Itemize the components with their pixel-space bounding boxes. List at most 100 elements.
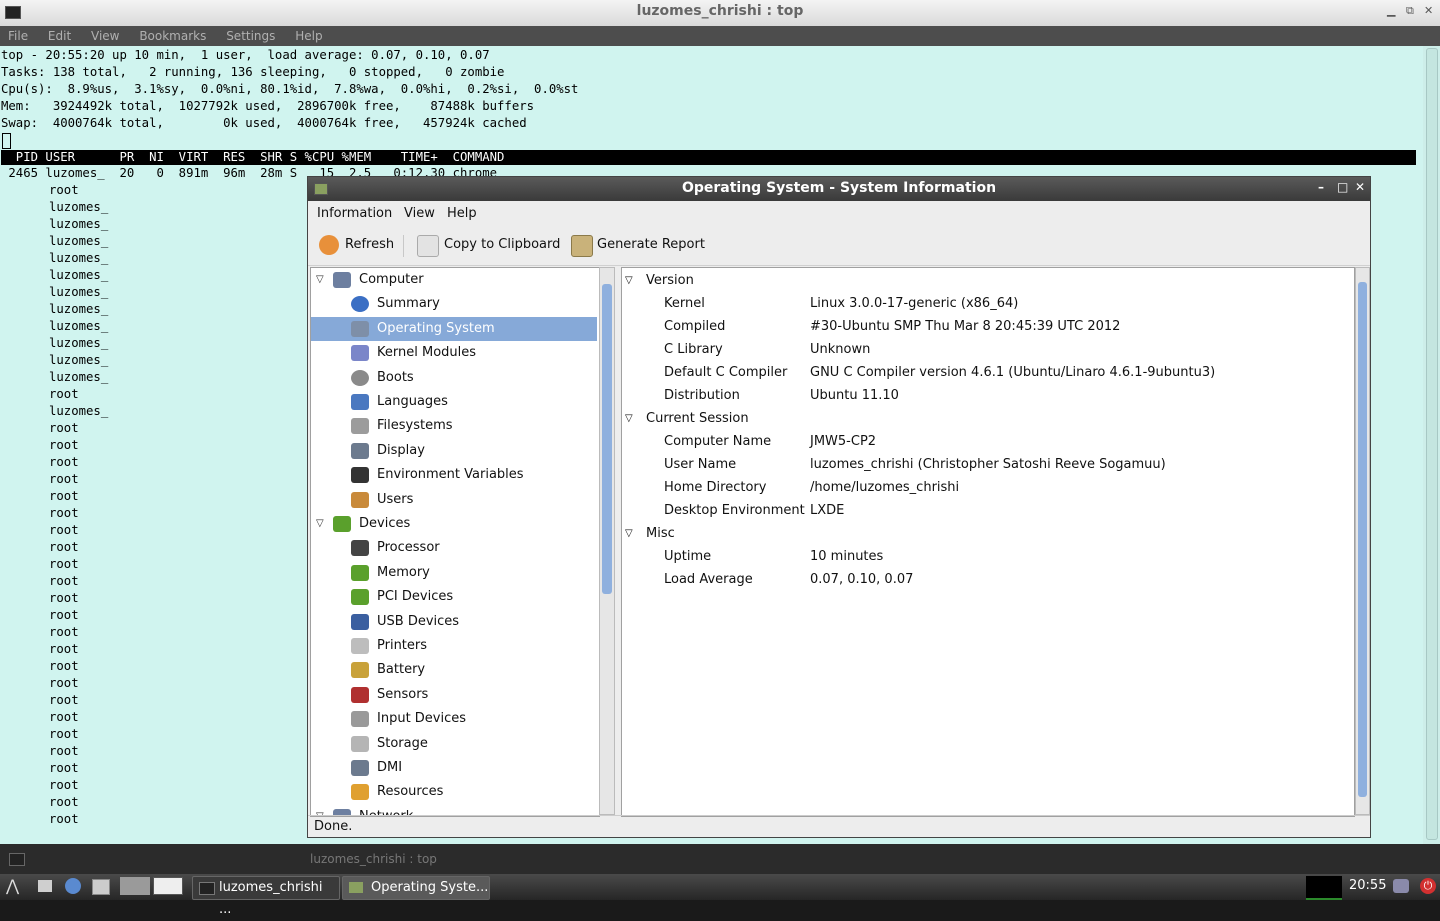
expander-arrow-icon[interactable]: ▽: [316, 268, 324, 292]
process-user: root: [49, 540, 79, 554]
info-field-value[interactable]: /home/luzomes_chrishi: [810, 476, 959, 499]
clock[interactable]: 20:55: [1349, 878, 1386, 893]
tree-item-kernel-modules[interactable]: Kernel Modules: [311, 341, 597, 365]
tree-item-dmi[interactable]: DMI: [311, 756, 597, 780]
section-expander-icon[interactable]: ▽: [625, 407, 633, 430]
scrollbar-thumb[interactable]: [1426, 48, 1438, 840]
close-icon[interactable]: ✕: [1424, 4, 1433, 17]
tree-item-devices[interactable]: ▽ Devices: [311, 512, 597, 536]
tree-item-label: Computer: [359, 272, 424, 287]
terminal-scrollbar[interactable]: [1423, 46, 1440, 844]
tree-item-environment-variables[interactable]: Environment Variables: [311, 463, 597, 487]
tree-item-operating-system[interactable]: Operating System: [311, 316, 597, 341]
menu-help[interactable]: Help: [295, 26, 322, 46]
resources-icon: [351, 784, 369, 801]
menu-file[interactable]: File: [8, 26, 28, 46]
process-user: luzomes_: [49, 217, 109, 231]
menu-bookmarks[interactable]: Bookmarks: [139, 26, 206, 46]
browser-icon[interactable]: [65, 878, 81, 894]
refresh-button[interactable]: Refresh: [345, 237, 394, 252]
tree-item-languages[interactable]: Languages: [311, 390, 597, 414]
lock-screen-icon[interactable]: [1393, 879, 1409, 893]
process-user: root: [49, 574, 79, 588]
tree-item-users[interactable]: Users: [311, 488, 597, 512]
system-info-toolbar: Refresh Copy to Clipboard Generate Repor…: [308, 227, 1370, 266]
info-field-value[interactable]: LXDE: [810, 499, 844, 522]
process-user: root: [49, 387, 79, 401]
terminal-titlebar[interactable]: luzomes_chrishi : top ▁ ⧉ ✕: [0, 0, 1440, 27]
menu-settings[interactable]: Settings: [226, 26, 275, 46]
monitor-icon: [351, 442, 369, 459]
tree-item-storage[interactable]: Storage: [311, 732, 597, 756]
process-user: root: [49, 744, 79, 758]
file-manager-icon[interactable]: [38, 880, 52, 892]
close-icon[interactable]: ✕: [1355, 180, 1365, 194]
tree-item-battery[interactable]: Battery: [311, 658, 597, 682]
scrollbar-thumb[interactable]: [1358, 282, 1367, 797]
info-field-value[interactable]: GNU C Compiler version 4.6.1 (Ubuntu/Lin…: [810, 361, 1215, 384]
system-info-titlebar[interactable]: Operating System - System Information – …: [308, 177, 1370, 201]
info-field-value[interactable]: Linux 3.0.0-17-generic (x86_64): [810, 292, 1018, 315]
desktop-pager-1[interactable]: [120, 877, 150, 895]
restore-icon[interactable]: ⧉: [1406, 4, 1414, 18]
maximize-icon[interactable]: □: [1337, 180, 1348, 194]
gear-icon: [351, 320, 369, 337]
tree-item-input-devices[interactable]: Input Devices: [311, 707, 597, 731]
tree-item-memory[interactable]: Memory: [311, 561, 597, 585]
tree-item-sensors[interactable]: Sensors: [311, 683, 597, 707]
info-field-value[interactable]: Ubuntu 11.10: [810, 384, 899, 407]
scrollbar-thumb[interactable]: [602, 284, 612, 594]
minimize-icon[interactable]: ▁: [1387, 4, 1395, 17]
tree-item-printers[interactable]: Printers: [311, 634, 597, 658]
tree-item-pci-devices[interactable]: PCI Devices: [311, 585, 597, 609]
tree-scrollbar[interactable]: [599, 267, 615, 815]
section-expander-icon[interactable]: ▽: [625, 269, 633, 292]
section-expander-icon[interactable]: ▽: [625, 522, 633, 545]
taskbar-item-hardinfo[interactable]: Operating Syste...: [342, 876, 490, 900]
minimize-icon[interactable]: –: [1318, 180, 1324, 194]
tree-item-usb-devices[interactable]: USB Devices: [311, 610, 597, 634]
minibar-window-label[interactable]: luzomes_chrishi : top: [310, 852, 437, 866]
tree-item-boots[interactable]: Boots: [311, 366, 597, 390]
expander-arrow-icon[interactable]: ▽: [316, 512, 324, 536]
info-field-value[interactable]: 10 minutes: [810, 545, 883, 568]
menu-view[interactable]: View: [404, 206, 435, 221]
process-user: root: [49, 455, 79, 469]
taskbar-item-terminal[interactable]: luzomes_chrishi ...: [192, 876, 340, 917]
info-section-header[interactable]: Version: [646, 269, 694, 292]
menu-information[interactable]: Information: [317, 206, 392, 221]
menu-launcher-icon[interactable]: ⋀: [6, 876, 19, 895]
desktop-pager-2[interactable]: [153, 877, 183, 895]
info-field-value[interactable]: Unknown: [810, 338, 870, 361]
copy-to-clipboard-button[interactable]: Copy to Clipboard: [444, 237, 560, 252]
tree-item-display[interactable]: Display: [311, 439, 597, 463]
generate-report-button[interactable]: Generate Report: [597, 237, 705, 252]
tree-item-processor[interactable]: Processor: [311, 536, 597, 560]
tree-item-label: Sensors: [377, 686, 429, 702]
tree-item-filesystems[interactable]: Filesystems: [311, 414, 597, 438]
tree-item-computer[interactable]: ▽ Computer: [311, 268, 597, 292]
power-icon[interactable]: ⏻: [1420, 878, 1436, 894]
terminal-icon: [351, 467, 369, 484]
info-section-header[interactable]: Current Session: [646, 407, 749, 430]
module-icon: [351, 345, 369, 362]
tree-item-summary[interactable]: Summary: [311, 292, 597, 316]
info-field-value[interactable]: luzomes_chrishi (Christopher Satoshi Ree…: [810, 453, 1166, 476]
info-field-value[interactable]: #30-Ubuntu SMP Thu Mar 8 20:45:39 UTC 20…: [810, 315, 1120, 338]
process-user: luzomes_: [49, 285, 109, 299]
info-field-value[interactable]: 0.07, 0.10, 0.07: [810, 568, 913, 591]
info-scrollbar[interactable]: [1355, 267, 1370, 815]
info-section-header[interactable]: Misc: [646, 522, 675, 545]
info-panel: ▽ Version Kernel Linux 3.0.0-17-generic (x8…: [621, 267, 1355, 817]
menu-edit[interactable]: Edit: [48, 26, 71, 46]
process-user: root: [49, 489, 79, 503]
menu-view[interactable]: View: [91, 26, 119, 46]
tree-item-resources[interactable]: Resources: [311, 780, 597, 804]
printer-icon: [351, 638, 369, 654]
menu-help[interactable]: Help: [447, 206, 477, 221]
info-field-value[interactable]: JMW5-CP2: [810, 430, 876, 453]
battery-icon: [351, 662, 369, 679]
terminal-window-title: luzomes_chrishi : top: [636, 3, 804, 19]
process-user: luzomes_: [49, 268, 109, 282]
windows-icon[interactable]: [92, 879, 110, 895]
